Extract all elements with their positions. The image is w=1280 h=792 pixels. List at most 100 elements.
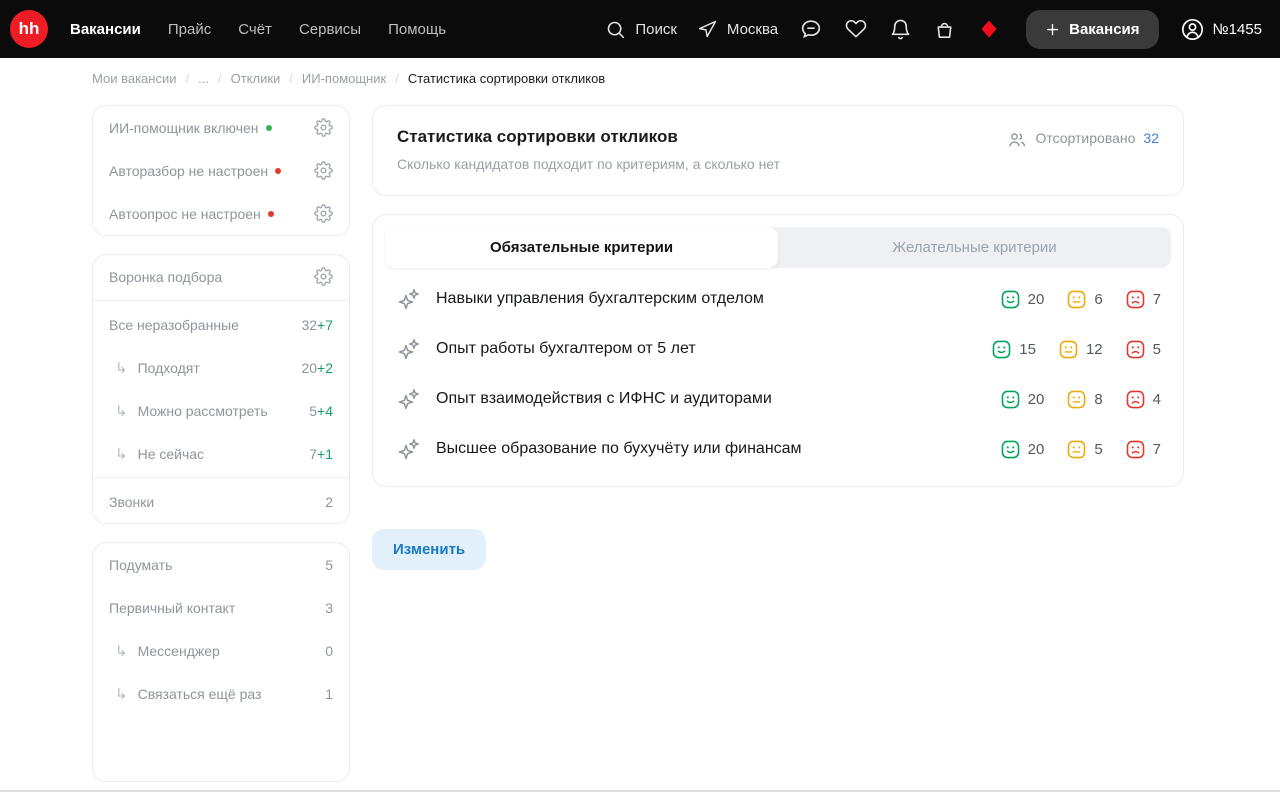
premium-diamond-icon[interactable]: [977, 17, 1001, 41]
add-vacancy-label: Вакансия: [1069, 21, 1139, 38]
gear-icon[interactable]: [314, 204, 333, 223]
stage-row-count: 5: [325, 557, 333, 573]
stage-row-contact-again[interactable]: ↳ Связаться ещё раз 1: [93, 672, 349, 715]
funnel-row-suitable[interactable]: ↳ Подходят 20+2: [93, 346, 349, 389]
search-icon: [605, 19, 626, 40]
stage-row-label: Первичный контакт: [109, 600, 235, 616]
nav-item-vacancies[interactable]: Вакансии: [70, 21, 141, 38]
sub-level-arrow-icon: ↳: [115, 359, 128, 377]
funnel-row-unsorted[interactable]: Все неразобранные 32+7: [93, 303, 349, 346]
breadcrumb-separator: /: [395, 71, 399, 86]
funnel-row-new-count: +7: [317, 317, 333, 333]
gear-icon[interactable]: [314, 161, 333, 180]
hh-logo[interactable]: hh: [10, 10, 48, 48]
funnel-row-calls[interactable]: Звонки 2: [93, 480, 349, 523]
ai-sparkles-icon: [397, 437, 421, 461]
stage-row-count: 1: [325, 686, 333, 702]
funnel-row-count: 7: [309, 446, 317, 462]
sorted-count-link[interactable]: 32: [1143, 130, 1159, 146]
tab-required-criteria[interactable]: Обязательные критерии: [385, 227, 778, 268]
favorites-heart-icon[interactable]: [844, 17, 868, 41]
people-icon: [1007, 130, 1027, 150]
breadcrumb-ai-assistant[interactable]: ИИ-помощник: [302, 71, 386, 86]
good-count: 20: [1001, 390, 1045, 409]
sorted-label: Отсортировано: [1035, 130, 1135, 146]
funnel-row-label: Можно рассмотреть: [138, 403, 268, 419]
stats-header-card: Статистика сортировки откликов Сколько к…: [372, 105, 1184, 196]
cart-icon[interactable]: [933, 18, 956, 41]
auto-survey-status-label: Автоопрос не настроен: [109, 206, 261, 222]
smile-good-icon: [1001, 390, 1020, 409]
funnel-row-consider[interactable]: ↳ Можно рассмотреть 5+4: [93, 389, 349, 432]
neutral-count: 6: [1067, 290, 1102, 309]
sub-level-arrow-icon: ↳: [115, 445, 128, 463]
gear-icon[interactable]: [314, 118, 333, 137]
funnel-row-label: Звонки: [109, 494, 154, 510]
auto-screening-status-row[interactable]: Авторазбор не настроен: [93, 149, 349, 192]
ai-sparkles-icon: [397, 387, 421, 411]
criteria-label: Опыт взаимодействия с ИФНС и аудиторами: [436, 390, 772, 408]
criteria-row: Опыт взаимодействия с ИФНС и аудиторами …: [391, 374, 1167, 424]
funnel-header-row: Воронка подбора: [93, 255, 349, 298]
nav-item-services[interactable]: Сервисы: [299, 21, 361, 38]
nav-item-price[interactable]: Прайс: [168, 21, 211, 38]
nav-item-account[interactable]: Счёт: [238, 21, 272, 38]
funnel-row-new-count: +1: [317, 446, 333, 462]
stage-row-label: Подумать: [109, 557, 172, 573]
ai-sparkles-icon: [397, 287, 421, 311]
funnel-row-new-count: +4: [317, 403, 333, 419]
auto-screening-status-label: Авторазбор не настроен: [109, 163, 268, 179]
edit-criteria-button[interactable]: Изменить: [372, 529, 486, 570]
funnel-row-count: 20: [301, 360, 317, 376]
city-label: Москва: [727, 21, 778, 38]
good-count: 15: [992, 340, 1036, 359]
sidebar: ИИ-помощник включен Авторазбор не настро…: [92, 105, 350, 782]
criteria-list: Навыки управления бухгалтерским отделом …: [385, 268, 1171, 474]
neutral-count: 8: [1067, 390, 1102, 409]
sub-level-arrow-icon: ↳: [115, 402, 128, 420]
stage-row-first-contact[interactable]: Первичный контакт 3: [93, 586, 349, 629]
criteria-label: Высшее образование по бухучёту или финан…: [436, 440, 802, 458]
breadcrumb-my-vacancies[interactable]: Мои вакансии: [92, 71, 176, 86]
account-menu[interactable]: №1455: [1180, 17, 1262, 42]
criteria-tabs: Обязательные критерии Желательные критер…: [385, 227, 1171, 268]
criteria-row: Опыт работы бухгалтером от 5 лет 15 12: [391, 324, 1167, 374]
smile-bad-icon: [1126, 340, 1145, 359]
page-subtitle: Сколько кандидатов подходит по критериям…: [397, 156, 780, 172]
criteria-label: Навыки управления бухгалтерским отделом: [436, 290, 764, 308]
nav-item-help[interactable]: Помощь: [388, 21, 446, 38]
profile-icon: [1180, 17, 1205, 42]
ai-assistant-status-label: ИИ-помощник включен: [109, 120, 259, 136]
tab-desired-criteria[interactable]: Желательные критерии: [778, 227, 1171, 268]
notifications-bell-icon[interactable]: [889, 18, 912, 41]
breadcrumb: Мои вакансии / ... / Отклики / ИИ-помощн…: [0, 58, 1280, 97]
smile-neutral-icon: [1067, 390, 1086, 409]
city-selector[interactable]: Москва: [698, 19, 778, 39]
good-count: 20: [1001, 290, 1045, 309]
stage-row-messenger[interactable]: ↳ Мессенджер 0: [93, 629, 349, 672]
funnel-row-label: Все неразобранные: [109, 317, 239, 333]
sub-level-arrow-icon: ↳: [115, 685, 128, 703]
neutral-count: 5: [1067, 440, 1102, 459]
breadcrumb-ellipsis[interactable]: ...: [198, 71, 209, 86]
add-vacancy-button[interactable]: Вакансия: [1026, 10, 1158, 49]
bad-count: 7: [1126, 290, 1161, 309]
breadcrumb-responses[interactable]: Отклики: [231, 71, 281, 86]
divider: [93, 477, 349, 478]
bad-count: 5: [1126, 340, 1161, 359]
search-label: Поиск: [635, 21, 677, 38]
ai-settings-card: ИИ-помощник включен Авторазбор не настро…: [92, 105, 350, 236]
plus-icon: [1045, 22, 1060, 37]
stage-row-think[interactable]: Подумать 5: [93, 543, 349, 586]
location-icon: [698, 19, 718, 39]
ai-assistant-status-row[interactable]: ИИ-помощник включен: [93, 106, 349, 149]
funnel-row-not-now[interactable]: ↳ Не сейчас 7+1: [93, 432, 349, 475]
breadcrumb-separator: /: [289, 71, 293, 86]
funnel-row-label: Подходят: [138, 360, 200, 376]
funnel-row-count: 2: [325, 494, 333, 510]
chat-icon[interactable]: [799, 17, 823, 41]
search-button[interactable]: Поиск: [605, 19, 677, 40]
auto-survey-status-row[interactable]: Автоопрос не настроен: [93, 192, 349, 235]
gear-icon[interactable]: [314, 267, 333, 286]
criteria-card: Обязательные критерии Желательные критер…: [372, 214, 1184, 487]
